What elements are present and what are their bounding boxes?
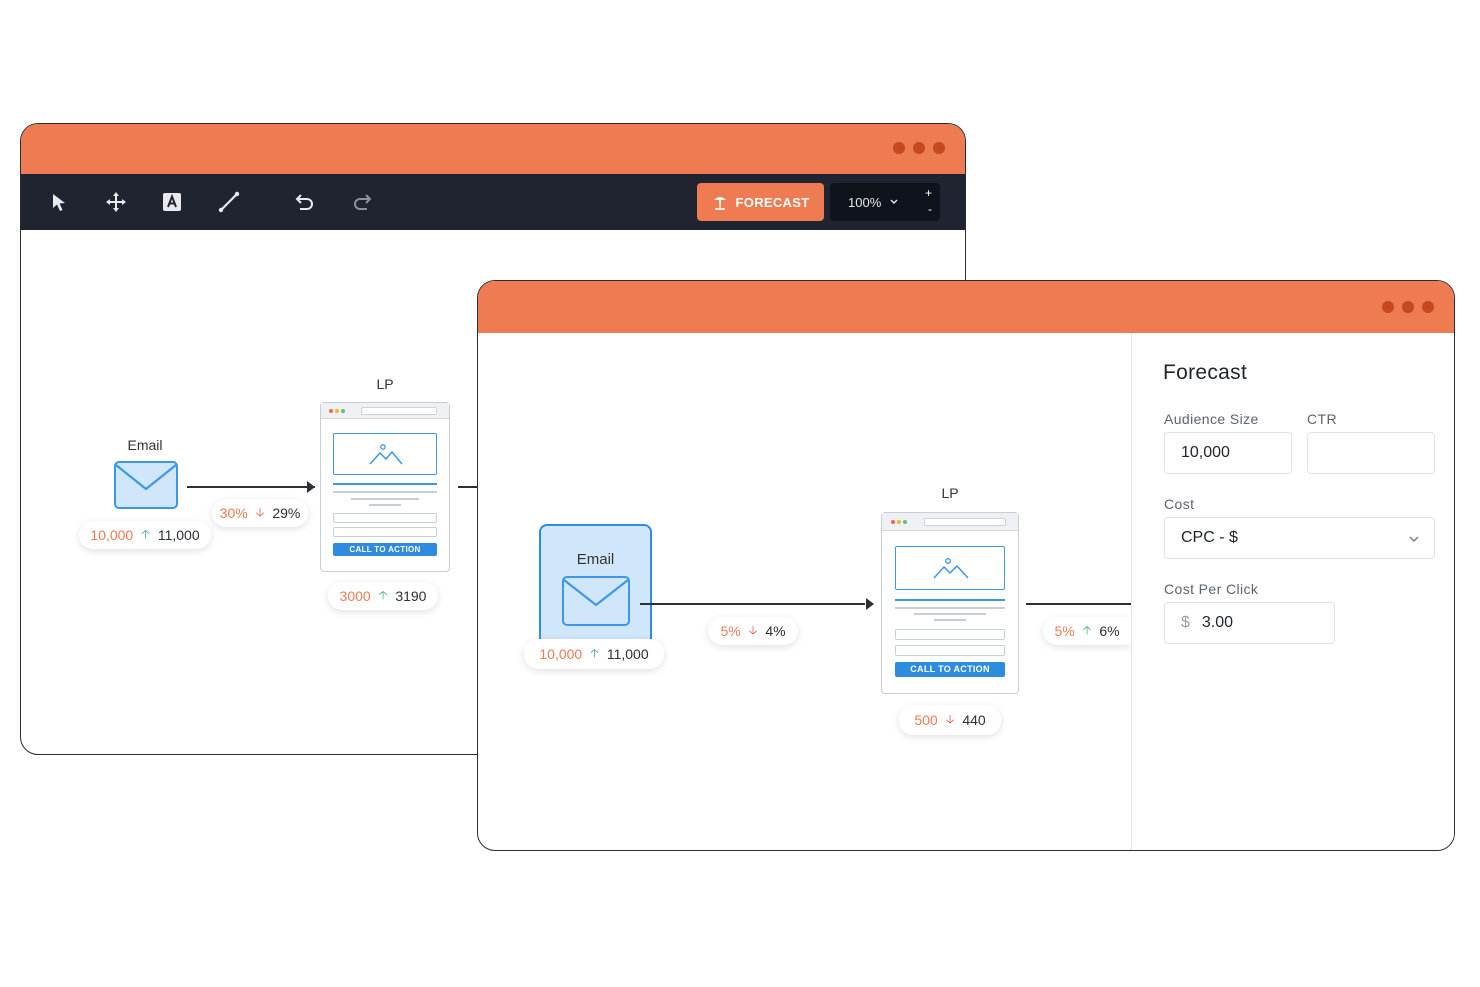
cost-per-click-value: 3.00: [1201, 614, 1234, 631]
arrow-down-icon: 🡣: [748, 622, 758, 637]
lp-node-stats: 3000 🡡 3190: [328, 582, 438, 610]
currency-symbol: $: [1181, 614, 1190, 631]
forecast-icon: [713, 197, 726, 210]
stat-to: 11,000: [606, 646, 649, 662]
lp-node-label: LP: [941, 485, 959, 501]
stat-to: 29%: [272, 505, 301, 521]
window-dot[interactable]: [893, 142, 905, 154]
arrow-up-icon: 🡡: [141, 526, 150, 541]
editor-window-front: Email 10,000 🡡 11,000 5% 🡣 4% LP CALL TO…: [477, 280, 1455, 851]
cost-select-value: CPC - $: [1181, 529, 1238, 546]
email-node[interactable]: [114, 461, 178, 509]
zoom-out-button[interactable]: -: [928, 203, 932, 215]
pointer-tool-button[interactable]: [45, 188, 73, 216]
email-node-stats: 10,000 🡡 11,000: [79, 521, 211, 549]
lp-browser-bar: [882, 513, 1018, 531]
window-controls[interactable]: [893, 142, 945, 154]
stat-to: 6%: [1099, 623, 1120, 639]
undo-button[interactable]: [291, 188, 319, 216]
audience-size-label: Audience Size: [1164, 411, 1259, 427]
stat-from: 5%: [1054, 623, 1075, 639]
connector-arrow[interactable]: [187, 486, 315, 488]
undo-icon: [295, 194, 313, 210]
zoom-value: 100%: [848, 194, 882, 210]
lp-node-stats: 500 🡣 440: [899, 705, 1001, 735]
stat-from: 10,000: [539, 646, 583, 662]
window-titlebar: [478, 281, 1454, 333]
text-icon: [163, 193, 181, 211]
image-placeholder: [333, 433, 437, 475]
stat-from: 30%: [219, 505, 248, 521]
line-tool-button[interactable]: [215, 188, 243, 216]
email-node-stats: 10,000 🡡 11,000: [524, 639, 664, 669]
edge-rate-stats: 30% 🡣 29%: [212, 499, 308, 527]
stat-from: 500: [914, 712, 938, 728]
image-icon: [933, 558, 969, 579]
arrow-down-icon: 🡣: [945, 711, 955, 726]
canvas[interactable]: Email 10,000 🡡 11,000 5% 🡣 4% LP CALL TO…: [478, 333, 1131, 850]
arrow-down-icon: 🡣: [255, 504, 265, 519]
window-dot[interactable]: [913, 142, 925, 154]
pointer-icon: [53, 194, 65, 211]
connector-arrow[interactable]: [640, 603, 865, 605]
line-icon: [218, 191, 240, 213]
zoom-control[interactable]: 100% + -: [830, 183, 940, 221]
lp-browser-bar: [321, 403, 449, 419]
envelope-icon: [114, 461, 178, 509]
call-to-action-button[interactable]: CALL TO ACTION: [333, 543, 437, 556]
cost-label: Cost: [1164, 496, 1195, 512]
stat-from: 3000: [339, 588, 371, 604]
window-dot[interactable]: [1402, 301, 1414, 313]
ctr-label: CTR: [1307, 411, 1337, 427]
image-placeholder: [895, 546, 1005, 590]
forecast-button-label: FORECAST: [735, 194, 810, 210]
window-titlebar: [21, 124, 965, 174]
stat-to: 4%: [765, 623, 786, 639]
redo-icon: [354, 194, 372, 210]
image-icon: [369, 444, 403, 465]
chevron-down-icon: [890, 199, 898, 204]
cost-per-click-input[interactable]: $ 3.00: [1164, 602, 1335, 644]
edge-rate-stats: 5% 🡡 6%: [1043, 617, 1131, 645]
edge-rate-stats: 5% 🡣 4%: [708, 617, 798, 645]
forecast-panel-title: Forecast: [1163, 361, 1248, 384]
zoom-in-button[interactable]: +: [925, 187, 932, 199]
arrowhead: [866, 598, 874, 610]
stat-from: 5%: [720, 623, 741, 639]
arrow-up-icon: 🡡: [1082, 622, 1092, 637]
move-icon: [106, 192, 126, 212]
email-node-label: Email: [576, 551, 615, 568]
window-dot[interactable]: [1422, 301, 1434, 313]
ctr-input[interactable]: [1307, 432, 1435, 474]
lp-node[interactable]: CALL TO ACTION: [881, 512, 1019, 694]
stat-from: 10,000: [90, 527, 134, 543]
text-tool-button[interactable]: [158, 188, 186, 216]
stat-to: 440: [962, 712, 986, 728]
email-node-selected[interactable]: Email: [539, 524, 652, 642]
window-controls[interactable]: [1382, 301, 1434, 313]
lp-node[interactable]: CALL TO ACTION: [320, 402, 450, 572]
envelope-icon: [562, 576, 630, 626]
move-tool-button[interactable]: [102, 188, 130, 216]
stat-to: 3190: [395, 588, 427, 604]
connector-arrow[interactable]: [1026, 603, 1131, 605]
window-dot[interactable]: [933, 142, 945, 154]
arrow-up-icon: 🡡: [378, 587, 388, 602]
cost-select[interactable]: CPC - $: [1164, 517, 1435, 559]
editor-toolbar: FORECAST 100% + -: [21, 174, 965, 230]
redo-button[interactable]: [348, 188, 376, 216]
audience-size-value: 10,000: [1181, 444, 1230, 461]
cost-per-click-label: Cost Per Click: [1164, 581, 1259, 597]
email-node-label: Email: [127, 437, 163, 453]
arrowhead: [307, 481, 315, 493]
forecast-button[interactable]: FORECAST: [697, 183, 824, 221]
chevron-down-icon: [1409, 536, 1419, 543]
stat-to: 11,000: [157, 527, 200, 543]
forecast-panel: Forecast Audience Size 10,000 CTR Cost C…: [1131, 333, 1454, 850]
arrow-up-icon: 🡡: [590, 645, 599, 660]
lp-node-label: LP: [376, 376, 394, 392]
window-dot[interactable]: [1382, 301, 1394, 313]
audience-size-input[interactable]: 10,000: [1164, 432, 1292, 474]
call-to-action-button[interactable]: CALL TO ACTION: [895, 662, 1005, 677]
